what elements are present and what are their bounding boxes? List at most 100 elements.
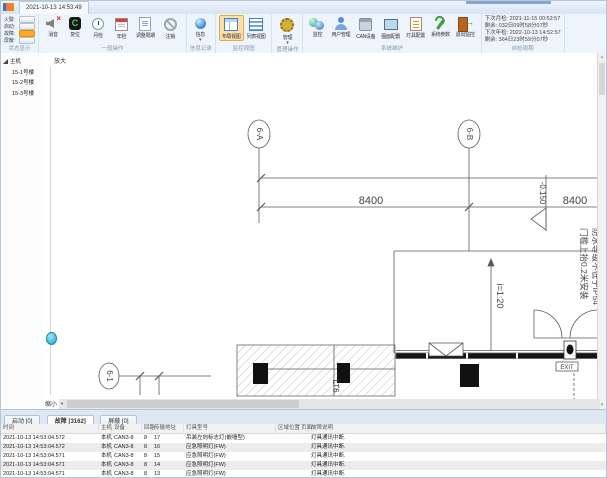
- tree-item-building-1[interactable]: 15-1号楼: [1, 65, 45, 76]
- vertical-scrollbar-thumb[interactable]: [599, 63, 605, 95]
- column-header[interactable]: 设备: [112, 424, 142, 433]
- ribbon-group-maintain: 监控 用户管理 CAN设备 图面配置 灯具配置 系统参数 退出监控 系统维护: [303, 14, 481, 53]
- annual-check-button[interactable]: 年检: [110, 15, 133, 41]
- ribbon-group-general: 消音 复位 月检 年检 调整周期 注销 一般操作: [39, 14, 187, 53]
- horizontal-scrollbar[interactable]: ◂: [58, 399, 600, 409]
- table-cell: [299, 434, 309, 443]
- tree-item-building-2[interactable]: 15-2号楼: [1, 76, 45, 87]
- horizontal-scrollbar-thumb[interactable]: [67, 400, 299, 408]
- mute-button[interactable]: 消音: [42, 15, 64, 39]
- manage-button[interactable]: 管理▾: [275, 15, 299, 46]
- beam-label: LT6: [331, 379, 340, 393]
- table-cell: [287, 470, 299, 478]
- dimension-right: 8400: [563, 195, 587, 207]
- table-cell: 本机: [99, 452, 112, 461]
- start-status-indicator: [19, 23, 35, 30]
- table-cell: [287, 443, 299, 452]
- fault-table: 时间主机设备回路传输地址灯具型号区域位置页面故障说明 2021-10-13 14…: [1, 424, 606, 478]
- table-row[interactable]: 2021-10-13 14:53:04.571本机CAN3-8813应急照明灯(…: [1, 470, 606, 478]
- column-header[interactable]: 回路: [142, 424, 152, 433]
- adjust-cycle-button[interactable]: 调整周期: [133, 15, 158, 40]
- table-cell: [276, 452, 287, 461]
- list-view-icon: [249, 18, 263, 31]
- column-header[interactable]: 传输地址: [152, 424, 184, 433]
- column-header[interactable]: 区域: [276, 424, 287, 433]
- reset-icon: [69, 17, 81, 30]
- tree-item-building-3[interactable]: 15-3号楼: [1, 86, 45, 97]
- table-cell: [299, 461, 309, 470]
- scroll-up-icon[interactable]: ▴: [598, 54, 606, 60]
- monitor-button[interactable]: 监控: [306, 15, 328, 39]
- tree-expand-icon[interactable]: [3, 59, 8, 64]
- cad-drawing: 6-A 6-B 6-1 8400 8400 -0.150 i=1:20 LT6 …: [45, 53, 600, 409]
- shield-status-indicator: [19, 37, 35, 44]
- table-cell: 灯具通讯中断.: [309, 461, 606, 470]
- vertical-scrollbar[interactable]: ▴ ▾: [597, 53, 606, 409]
- monitor-balls-icon: [309, 16, 325, 31]
- exit-label: EXIT: [560, 365, 574, 371]
- table-cell: 8: [142, 443, 152, 452]
- table-cell: 8: [142, 461, 152, 470]
- ribbon-group-info: 信息▾ 信息记录: [187, 14, 216, 53]
- can-device-button[interactable]: CAN设备: [353, 15, 378, 41]
- group-label: 系统维护: [306, 45, 477, 53]
- user-icon: [333, 16, 349, 31]
- next-monthly-check: 下次月检: 2021-11-15 00:52:57: [485, 16, 561, 23]
- fire-status-indicator: [19, 16, 35, 23]
- status-label: 故障:: [4, 30, 17, 37]
- calendar-icon: [115, 18, 128, 31]
- reset-button[interactable]: 复位: [64, 15, 86, 39]
- table-cell: [299, 470, 309, 478]
- table-row[interactable]: 2021-10-13 14:53:04.572本机CAN3-8816应急照明灯(…: [1, 443, 606, 452]
- system-params-button[interactable]: 系统参数: [428, 15, 453, 39]
- next-annual-check: 下次年检: 2022-10-13 14:52:57: [485, 30, 561, 37]
- group-label: 信息记录: [190, 45, 212, 53]
- scroll-left-icon[interactable]: ◂: [60, 400, 63, 407]
- table-cell: 灯具通讯中断.: [309, 452, 606, 461]
- device-tree-panel: 主机 15-1号楼 15-2号楼 15-3号楼: [1, 53, 46, 409]
- list-view-button[interactable]: 列表视图: [244, 15, 269, 41]
- column-header[interactable]: 故障说明: [309, 424, 606, 433]
- table-body: 2021-10-13 14:53:04.572本机CAN3-8817吊装左向标志…: [1, 434, 606, 478]
- table-row[interactable]: 2021-10-13 14:53:04.571本机CAN3-8814应急照明灯(…: [1, 461, 606, 470]
- lamp-config-button[interactable]: 灯具配置: [403, 15, 428, 40]
- monthly-remaining: 剩余: 032日09时58分07秒: [485, 23, 549, 30]
- exit-monitor-button[interactable]: 退出监控: [453, 15, 478, 39]
- group-label: 一般操作: [42, 45, 183, 53]
- column-header[interactable]: 主机: [99, 424, 112, 433]
- table-cell: CAN3-8: [112, 434, 142, 443]
- column-header[interactable]: 页面: [299, 424, 309, 433]
- table-cell: 灯具通讯中断.: [309, 470, 606, 478]
- zoom-slider[interactable]: [47, 67, 54, 395]
- table-cell: CAN3-8: [112, 452, 142, 461]
- table-cell: [287, 461, 299, 470]
- logout-button[interactable]: 注销: [158, 15, 183, 41]
- dimension-left: 8400: [359, 195, 383, 207]
- drawing-config-button[interactable]: 图面配置: [378, 15, 403, 41]
- table-cell: 2021-10-13 14:53:04.572: [1, 443, 99, 452]
- device-icon: [359, 18, 372, 31]
- tree-root-host[interactable]: 主机: [1, 53, 45, 65]
- table-cell: 本机: [99, 461, 112, 470]
- zoom-slider-thumb[interactable]: [46, 332, 57, 345]
- user-management-button[interactable]: 用户管理: [328, 15, 353, 39]
- table-row[interactable]: 2021-10-13 14:53:04.571本机CAN3-8815应急照明灯(…: [1, 452, 606, 461]
- table-cell: 本机: [99, 443, 112, 452]
- layout-view-button[interactable]: 布局视图: [219, 15, 244, 41]
- annual-remaining: 剩余: 364日23时59分07秒: [485, 37, 549, 44]
- monthly-check-button[interactable]: 月检: [86, 15, 110, 40]
- info-button[interactable]: 信息▾: [190, 15, 211, 43]
- group-label: 状态显示: [4, 45, 35, 53]
- grid-label-61: 6-1: [105, 370, 114, 382]
- table-row[interactable]: 2021-10-13 14:53:04.572本机CAN3-8817吊装左向标志…: [1, 434, 606, 443]
- ribbon-group-status: 火警: 启动: 故障: 屏蔽: 状态显示: [1, 14, 39, 53]
- level-annotation: -0.150: [538, 182, 547, 205]
- floorplan-canvas[interactable]: 6-A 6-B 6-1 8400 8400 -0.150 i=1:20 LT6 …: [45, 53, 600, 409]
- table-cell: 灯具通讯中断.: [309, 443, 606, 452]
- column-header[interactable]: 灯具型号: [184, 424, 276, 433]
- status-label: 火警:: [4, 16, 17, 23]
- prohibit-icon: [164, 18, 177, 31]
- application-window: { "title_bar": { "time": "2021-10-13 14:…: [0, 0, 607, 478]
- column-header[interactable]: 时间: [1, 424, 99, 433]
- column-header[interactable]: 位置: [287, 424, 299, 433]
